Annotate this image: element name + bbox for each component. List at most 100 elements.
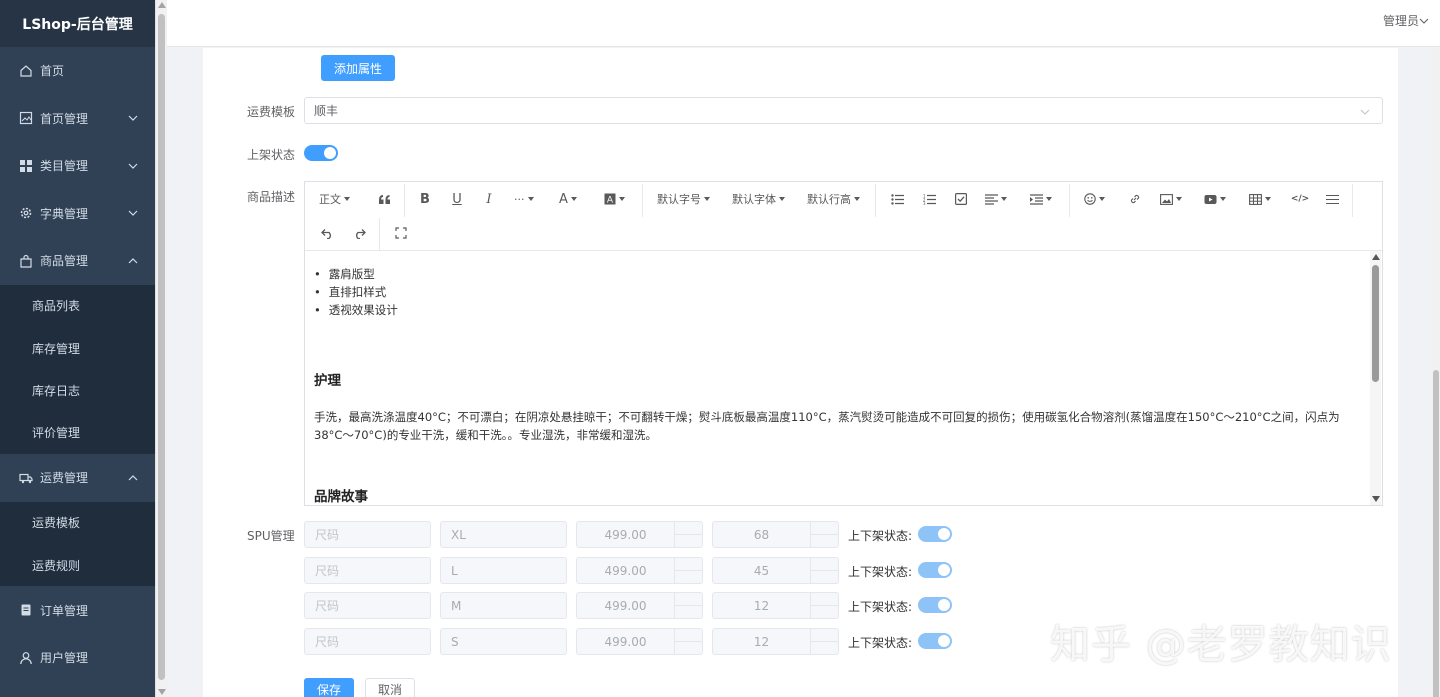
emoji-icon[interactable]	[1084, 189, 1105, 209]
sidebar-scroll-thumb[interactable]	[158, 14, 165, 680]
stock-stepper[interactable]	[810, 522, 838, 547]
care-heading: 护理	[314, 373, 341, 389]
price-stepper[interactable]	[674, 629, 702, 654]
sidebar-item-orders[interactable]: 订单管理	[0, 586, 155, 634]
indent-icon[interactable]	[1030, 189, 1052, 209]
spu-status-switch[interactable]	[918, 597, 952, 613]
editor-scroll-thumb[interactable]	[1372, 265, 1379, 382]
sidebar-item-users[interactable]: 用户管理	[0, 634, 155, 682]
editor-content[interactable]: 露肩版型 直排扣样式 透视效果设计 护理 手洗，最高洗涤温度40°C；不可漂白；…	[305, 251, 1371, 505]
scroll-down-arrow-icon[interactable]	[1372, 496, 1380, 502]
spu-stock-input[interactable]: 12	[712, 592, 839, 619]
spu-status-label: 上下架状态:	[848, 565, 913, 579]
more-format-icon[interactable]: ···	[514, 189, 534, 209]
italic-icon[interactable]: I	[482, 189, 496, 209]
align-icon[interactable]	[985, 189, 1007, 209]
paragraph-dropdown[interactable]: 正文	[319, 189, 350, 209]
spu-attr-input[interactable]: 尺码	[304, 557, 431, 584]
spu-stock-input[interactable]: 68	[712, 521, 839, 548]
background-color-icon[interactable]: A	[604, 189, 625, 209]
freight-template-value: 顺丰	[314, 104, 339, 118]
spu-value-input[interactable]: M	[440, 592, 567, 619]
scroll-up-arrow-icon[interactable]	[158, 2, 166, 8]
svg-text:A: A	[607, 196, 614, 206]
font-color-icon[interactable]: A	[559, 189, 577, 209]
sidebar-item-freight-template[interactable]: 运费模板	[0, 501, 155, 544]
sidebar-item-home[interactable]: 首页	[0, 47, 155, 95]
image-insert-icon[interactable]	[1160, 189, 1182, 209]
spu-stock-value: 12	[753, 598, 770, 613]
spu-status-label: 上下架状态:	[848, 600, 913, 614]
video-insert-icon[interactable]	[1204, 189, 1226, 209]
undo-icon[interactable]	[319, 223, 335, 243]
spu-stock-input[interactable]: 12	[712, 628, 839, 655]
price-stepper[interactable]	[674, 593, 702, 618]
line-height-dropdown[interactable]: 默认行高	[807, 189, 860, 209]
list-item: 透视效果设计	[314, 301, 1362, 319]
freight-template-select[interactable]: 顺丰	[304, 97, 1383, 124]
spu-row: 尺码 M 499.00 12 上下架状态:	[304, 592, 964, 619]
sidebar-item-stock[interactable]: 库存管理	[0, 326, 155, 370]
spu-price-input[interactable]: 499.00	[576, 628, 703, 655]
code-icon[interactable]: </>	[1291, 189, 1309, 209]
numbered-list-icon[interactable]: 123	[921, 189, 937, 209]
spu-stock-value: 68	[753, 527, 770, 542]
spu-price-input[interactable]: 499.00	[576, 592, 703, 619]
redo-icon[interactable]	[351, 223, 367, 243]
freight-template-label: 运费模板	[247, 105, 296, 119]
sidebar-item-dictionary[interactable]: 字典管理	[0, 190, 155, 238]
page-scrollbar[interactable]	[1432, 48, 1440, 697]
listing-status-switch[interactable]	[304, 145, 338, 161]
sidebar-item-reviews[interactable]: 评价管理	[0, 411, 155, 455]
save-button[interactable]: 保存	[304, 678, 354, 697]
spu-status-switch[interactable]	[918, 526, 952, 542]
spu-value-input[interactable]: XL	[440, 521, 567, 548]
price-stepper[interactable]	[674, 558, 702, 583]
fullscreen-icon[interactable]	[393, 223, 409, 243]
table-insert-icon[interactable]	[1249, 189, 1271, 209]
sidebar-scrollbar[interactable]	[155, 0, 167, 697]
user-icon	[19, 651, 33, 665]
stock-stepper[interactable]	[810, 558, 838, 583]
underline-icon[interactable]: U	[450, 189, 464, 209]
spu-attr-input[interactable]: 尺码	[304, 592, 431, 619]
price-stepper[interactable]	[674, 522, 702, 547]
svg-text:3: 3	[923, 201, 926, 205]
sidebar-item-product-list[interactable]: 商品列表	[0, 284, 155, 327]
sidebar-item-category[interactable]: 类目管理	[0, 142, 155, 190]
watermark: 知乎 @老罗教知识	[1050, 622, 1392, 668]
scroll-up-arrow-icon[interactable]	[1372, 254, 1380, 260]
user-menu[interactable]: 管理员	[1383, 12, 1429, 29]
editor-scrollbar[interactable]	[1370, 251, 1381, 505]
page-scroll-thumb[interactable]	[1433, 370, 1439, 697]
bulleted-list-icon[interactable]	[889, 189, 905, 209]
spu-price-input[interactable]: 499.00	[576, 557, 703, 584]
sidebar-item-freight-rule[interactable]: 运费规则	[0, 543, 155, 587]
spu-value-input[interactable]: L	[440, 557, 567, 584]
spu-status-switch[interactable]	[918, 562, 952, 578]
add-attribute-button[interactable]: 添加属性	[321, 55, 395, 81]
stock-stepper[interactable]	[810, 629, 838, 654]
cancel-button[interactable]: 取消	[365, 678, 415, 697]
sidebar-item-home-manage[interactable]: 首页管理	[0, 95, 155, 143]
link-icon[interactable]	[1127, 189, 1143, 209]
sidebar-item-stock-log[interactable]: 库存日志	[0, 369, 155, 412]
sidebar-item-product[interactable]: 商品管理	[0, 237, 155, 285]
spu-stock-input[interactable]: 45	[712, 557, 839, 584]
todo-checkbox-icon[interactable]	[953, 189, 969, 209]
divider-icon[interactable]	[1324, 189, 1340, 209]
font-family-dropdown[interactable]: 默认字体	[732, 189, 785, 209]
spu-value-input[interactable]: S	[440, 628, 567, 655]
editor-toolbar: 正文 B U I ··· A A 默认字号 默认字体 默认行高 123 </>	[305, 182, 1382, 251]
sidebar-item-freight[interactable]: 运费管理	[0, 454, 155, 502]
stock-stepper[interactable]	[810, 593, 838, 618]
font-size-dropdown[interactable]: 默认字号	[657, 189, 710, 209]
spu-status-switch[interactable]	[918, 633, 952, 649]
scroll-down-arrow-icon[interactable]	[158, 689, 166, 695]
spu-attr-input[interactable]: 尺码	[304, 521, 431, 548]
quote-icon[interactable]	[376, 189, 392, 209]
spu-price-input[interactable]: 499.00	[576, 521, 703, 548]
bold-icon[interactable]: B	[418, 189, 432, 209]
image-icon	[19, 111, 33, 125]
spu-attr-input[interactable]: 尺码	[304, 628, 431, 655]
